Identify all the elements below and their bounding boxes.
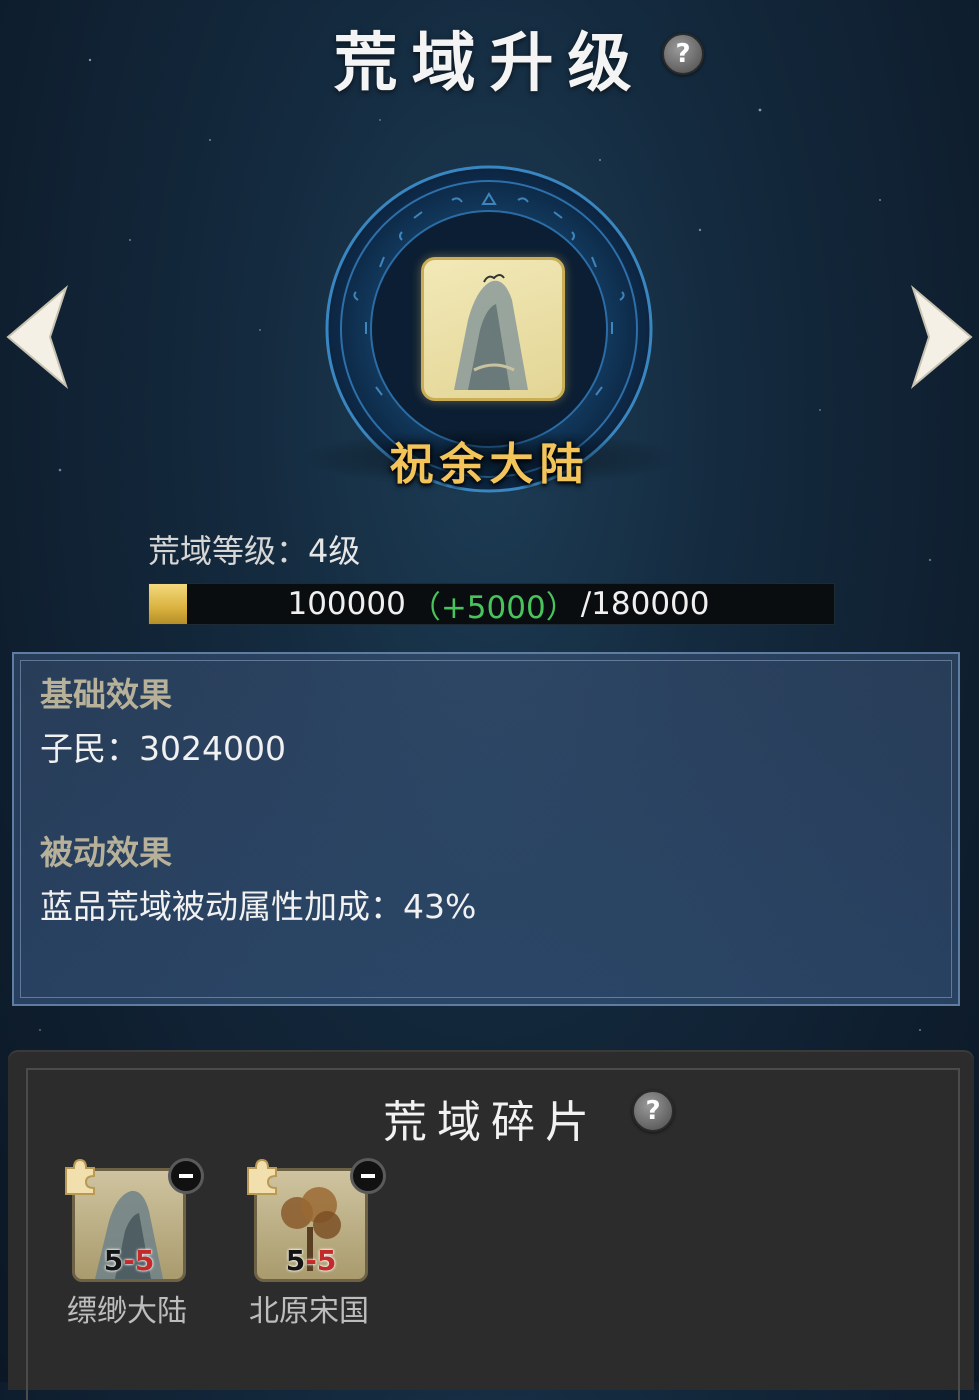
fragments-help-icon[interactable]: ? [632, 1090, 674, 1132]
basic-effect-title: 基础效果 [40, 675, 172, 714]
region-level: 荒域等级：4级 [148, 526, 360, 572]
fragment-name: 北原宋国 [249, 1294, 369, 1329]
experience-max: /180000 [580, 586, 710, 622]
region-emblem-tile [421, 257, 565, 401]
passive-effect-title: 被动效果 [40, 833, 172, 872]
next-region-arrow-icon[interactable] [905, 282, 979, 392]
experience-progress-bar: 100000 （+5000） /180000 [148, 583, 835, 626]
fragments-title: 荒域碎片 [383, 1097, 599, 1148]
basic-effect-line: 子民：3024000 [40, 729, 286, 768]
region-name: 祝余大陆 [389, 439, 590, 490]
puzzle-piece-icon [65, 1158, 95, 1195]
region-level-label: 荒域等级： [148, 532, 309, 570]
puzzle-piece-icon [247, 1158, 277, 1195]
experience-gain: （+5000） [409, 589, 577, 626]
mountain-icon [454, 274, 528, 390]
passive-effect-line: 蓝品荒域被动属性加成：43% [40, 887, 477, 926]
remove-fragment-button[interactable] [168, 1158, 204, 1194]
effects-panel: 基础效果 子民：3024000 被动效果 蓝品荒域被动属性加成：43% [12, 652, 960, 1006]
experience-current: 100000 [287, 586, 406, 622]
previous-region-arrow-icon[interactable] [0, 282, 74, 392]
help-icon[interactable]: ? [662, 33, 704, 75]
experience-progress-text: 100000 （+5000） /180000 [149, 584, 834, 626]
page-title: 荒域升级 [333, 26, 646, 101]
fragments-panel: 荒域碎片 ? 5-5 缥缈大陆 5-5 北原宋国 [8, 1050, 974, 1400]
fragment-level: 5-5 [103, 1244, 155, 1277]
fragment-level: 5-5 [285, 1244, 337, 1277]
fragment-name: 缥缈大陆 [67, 1294, 187, 1329]
remove-fragment-button[interactable] [350, 1158, 386, 1194]
region-level-value: 4级 [308, 532, 361, 570]
